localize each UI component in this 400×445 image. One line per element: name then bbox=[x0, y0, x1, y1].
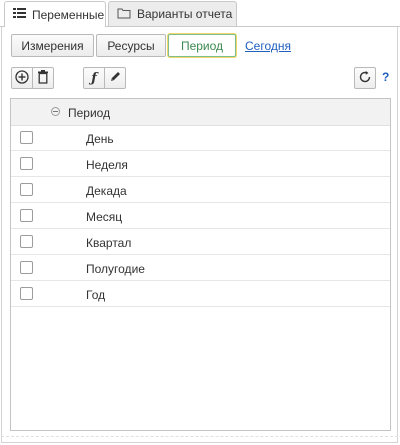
help-link[interactable]: ? bbox=[382, 70, 389, 84]
edit-button[interactable] bbox=[104, 67, 126, 89]
row-checkbox[interactable] bbox=[20, 131, 33, 144]
row-label: Неделя bbox=[86, 158, 128, 172]
bottom-divider bbox=[1, 436, 398, 444]
trash-icon bbox=[37, 69, 49, 87]
row-checkbox[interactable] bbox=[20, 287, 33, 300]
refresh-button[interactable] bbox=[354, 67, 376, 89]
row-label: Год bbox=[86, 288, 106, 302]
row-label: Квартал bbox=[86, 236, 132, 250]
list-icon bbox=[13, 7, 26, 22]
refresh-icon bbox=[358, 70, 372, 87]
period-grid: Период День Неделя Декада Месяц Квартал … bbox=[10, 98, 391, 431]
row-checkbox[interactable] bbox=[20, 261, 33, 274]
dimensions-button[interactable]: Измерения bbox=[11, 34, 94, 57]
row-checkbox[interactable] bbox=[20, 235, 33, 248]
row-label: Полугодие bbox=[86, 262, 145, 276]
list-item[interactable]: Месяц bbox=[11, 203, 390, 229]
tab-variables[interactable]: Переменные bbox=[4, 1, 106, 27]
row-checkbox[interactable] bbox=[20, 157, 33, 170]
resources-button[interactable]: Ресурсы bbox=[96, 34, 166, 57]
formula-button[interactable]: ƒ bbox=[83, 67, 105, 89]
delete-button[interactable] bbox=[32, 67, 54, 89]
list-item[interactable]: Полугодие bbox=[11, 255, 390, 281]
list-item[interactable]: Декада bbox=[11, 177, 390, 203]
add-circle-icon bbox=[15, 69, 29, 87]
row-checkbox[interactable] bbox=[20, 209, 33, 222]
tab-report-variants[interactable]: Варианты отчета bbox=[108, 1, 237, 26]
row-checkbox[interactable] bbox=[20, 183, 33, 196]
list-item[interactable]: День bbox=[11, 125, 390, 151]
row-label: Месяц bbox=[86, 210, 123, 224]
today-link[interactable]: Сегодня bbox=[245, 39, 291, 53]
tab-variables-label: Переменные bbox=[32, 7, 105, 22]
list-item[interactable]: Квартал bbox=[11, 229, 390, 255]
row-label: Декада bbox=[86, 184, 127, 198]
list-item[interactable]: Неделя bbox=[11, 151, 390, 177]
list-item[interactable]: Год bbox=[11, 281, 390, 307]
period-button[interactable]: Период bbox=[168, 34, 236, 57]
tab-strip: Переменные Варианты отчета bbox=[0, 0, 400, 27]
folder-icon bbox=[117, 7, 131, 22]
pencil-icon bbox=[109, 70, 122, 86]
group-label: Период bbox=[68, 106, 111, 120]
tab-report-variants-label: Варианты отчета bbox=[137, 7, 233, 21]
row-label: День bbox=[86, 132, 114, 146]
function-icon: ƒ bbox=[91, 70, 97, 86]
grid-group-row[interactable]: Период bbox=[11, 99, 390, 126]
add-button[interactable] bbox=[11, 67, 33, 89]
collapse-icon[interactable] bbox=[51, 107, 60, 116]
